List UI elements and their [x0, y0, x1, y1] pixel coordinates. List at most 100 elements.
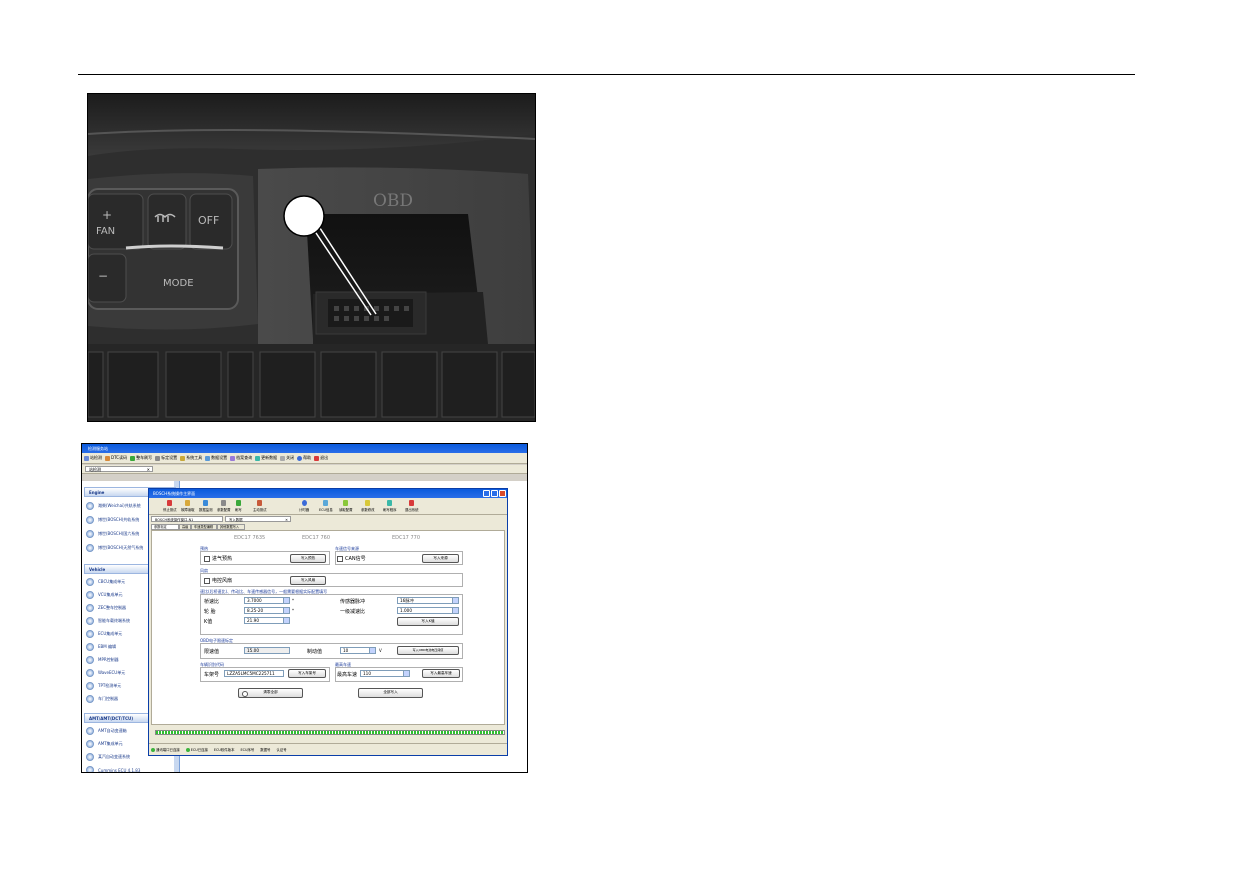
tab-station[interactable]: 站检测 ✕	[85, 466, 153, 472]
status-ecu: ECU已连接	[185, 747, 208, 752]
tire-select[interactable]: 8.25-20	[244, 607, 290, 614]
menu-item[interactable]: 数据设置	[205, 455, 227, 461]
write-all-button[interactable]: 全部写入	[358, 688, 423, 698]
sidebar-item[interactable]: 博世(BOSCH)天然气系统	[86, 543, 143, 553]
status-port: 通讯端口已连接	[151, 747, 180, 752]
sidebar-item[interactable]: 潍柴(Weichai)共轨系统	[86, 501, 141, 511]
menu-item[interactable]: 更新数据	[255, 455, 277, 461]
module-icon	[86, 740, 94, 748]
menu-item[interactable]: 帮助	[297, 455, 311, 461]
tool-exit-system[interactable]: 退出系统	[405, 500, 419, 512]
tool-flash[interactable]: 刷写	[235, 500, 242, 512]
menu-item[interactable]: 标定设置	[155, 455, 177, 461]
menu-item[interactable]: 档案查询	[230, 455, 252, 461]
app-toolbar: 站检测 DTC读码 整车刷写 标定设置 系统工具 数据设置 档案查询 更新数据 …	[82, 453, 527, 464]
menu-item[interactable]: 站检测	[84, 455, 102, 461]
module-icon	[86, 766, 94, 772]
tool-flash-program[interactable]: 刷写程序	[383, 500, 397, 512]
close-icon	[280, 455, 286, 461]
write-speed-button[interactable]: 写入最高车速	[422, 669, 460, 678]
sidebar-item[interactable]: CBCU集成单元	[86, 577, 125, 587]
config-icon	[221, 500, 227, 506]
sensor-pulse-select[interactable]: 16脉冲	[397, 597, 459, 604]
flash-icon	[235, 500, 241, 506]
tool-stop-test[interactable]: 停止测试	[163, 500, 177, 512]
module-icon	[86, 578, 94, 586]
close-icon[interactable]: ✕	[285, 517, 288, 523]
sidebar-item[interactable]: 某汽自动变速系统	[86, 752, 130, 762]
sidebar-item[interactable]: AMT自动变速箱	[86, 726, 127, 736]
model-edc17-7635[interactable]: EDC17 7635	[234, 535, 265, 541]
chk-intake-preheat[interactable]: 进气预热	[204, 555, 232, 562]
data-icon	[205, 455, 211, 461]
sidebar-item[interactable]: 智能车载终端系统	[86, 616, 130, 626]
sidebar-item[interactable]: VCU集成单元	[86, 590, 122, 600]
vin-input[interactable]: LZZA5LMC5MC225711	[224, 670, 284, 677]
write-limit-button[interactable]: 写入OBD电池电压阈值	[397, 646, 459, 655]
read-icon	[105, 455, 110, 461]
label-tire: 轮 胎	[204, 609, 216, 615]
first-ratio-select[interactable]: 1.000	[397, 607, 459, 614]
menu-item[interactable]: DTC读码	[105, 455, 127, 461]
info-icon	[323, 500, 329, 506]
label-first-ratio: 一级减速比	[340, 609, 366, 615]
model-edc17-770[interactable]: EDC17 770	[392, 535, 420, 541]
tool-active-test[interactable]: 主动测试	[253, 500, 267, 512]
sidebar-item[interactable]: 博世(BOSCH)国六系统	[86, 529, 139, 539]
max-speed-stepper[interactable]: 110	[360, 670, 410, 677]
close-icon[interactable]: ✕	[147, 467, 150, 473]
tool-timer[interactable]: 计时器	[299, 500, 309, 512]
k-value-stepper[interactable]: 21.90	[244, 617, 290, 624]
sidebar-item[interactable]: 车门控制器	[86, 694, 118, 704]
maximize-button[interactable]	[491, 490, 498, 497]
menu-item[interactable]: 系统工具	[180, 455, 202, 461]
sidebar-item[interactable]: EBM 编辑	[86, 642, 116, 652]
tool-param-edit[interactable]: 参数修改	[361, 500, 375, 512]
write-fan-button[interactable]: 写入风扇	[290, 576, 326, 585]
diagnostic-software-screenshot: 检测服务站 站检测 DTC读码 整车刷写 标定设置 系统工具 数据设置 档案查询…	[81, 443, 528, 773]
dashboard-photo-svg: OBD + FAN − OFF MODE	[88, 94, 535, 421]
menu-item[interactable]: 整车刷写	[130, 455, 152, 461]
module-icon	[86, 516, 94, 524]
status-bar: 通讯端口已连接 ECU已连接 ECU软件版本 ECU序号 数据号 认证号	[149, 743, 507, 755]
sidebar-item[interactable]: 博世(BOSCH)共轨系统	[86, 515, 139, 525]
chevron-down-icon	[283, 608, 289, 613]
clear-all-button[interactable]: 清零全部	[238, 688, 303, 698]
tool-ecu-info[interactable]: ECU信息	[319, 500, 333, 512]
sidebar-item[interactable]: Cummins ECU 4.1.83	[86, 765, 140, 772]
limit-value-field[interactable]: 15.00	[244, 647, 290, 654]
model-edc17-760[interactable]: EDC17 760	[302, 535, 330, 541]
chk-can[interactable]: CAN信号	[337, 555, 366, 562]
read-config-icon	[343, 500, 349, 506]
tool-monitor[interactable]: 数据监测	[199, 500, 213, 512]
minimize-button[interactable]	[483, 490, 490, 497]
chevron-down-icon	[369, 648, 375, 653]
sidebar-item[interactable]: AMT集成单元	[86, 739, 123, 749]
callout-circle	[283, 195, 325, 237]
menu-item[interactable]: 退出	[314, 455, 328, 461]
sidebar-item[interactable]: ZEC整车控制器	[86, 603, 126, 613]
menu-item[interactable]: 关闭	[280, 455, 294, 461]
tab-bosch-main[interactable]: BOSCH系统操作窗口-N1	[151, 516, 223, 522]
timer-icon	[301, 500, 307, 506]
chk-elec-fan[interactable]: 电控风扇	[204, 577, 232, 584]
fan-minus-glyph: −	[98, 269, 108, 283]
tool-read-fault[interactable]: 故障读取	[181, 500, 195, 512]
tab-write-data[interactable]: 写入数据 ✕	[225, 516, 291, 522]
close-button[interactable]	[499, 490, 506, 497]
tool-read-config[interactable]: 读取配置	[339, 500, 353, 512]
module-icon	[86, 656, 94, 664]
program-icon	[387, 500, 393, 506]
sidebar-item[interactable]: WaveECU单元	[86, 668, 125, 678]
tool-config[interactable]: 参数配置	[217, 500, 231, 512]
sidebar-item[interactable]: TPT检测单元	[86, 681, 121, 691]
brake-value-select[interactable]: 10	[340, 647, 376, 654]
status-ecu-version: ECU软件版本	[213, 748, 235, 752]
write-preheat-button[interactable]: 写入预热	[290, 554, 326, 563]
write-vin-button[interactable]: 写入车架号	[288, 669, 326, 678]
write-signal-button[interactable]: 写入来源	[422, 554, 459, 563]
axle-ratio-select[interactable]: 3.7000	[244, 597, 290, 604]
sidebar-item[interactable]: MPR控制器	[86, 655, 119, 665]
sidebar-item[interactable]: ECU集成单元	[86, 629, 122, 639]
write-k-button[interactable]: 写入K值	[397, 617, 459, 626]
